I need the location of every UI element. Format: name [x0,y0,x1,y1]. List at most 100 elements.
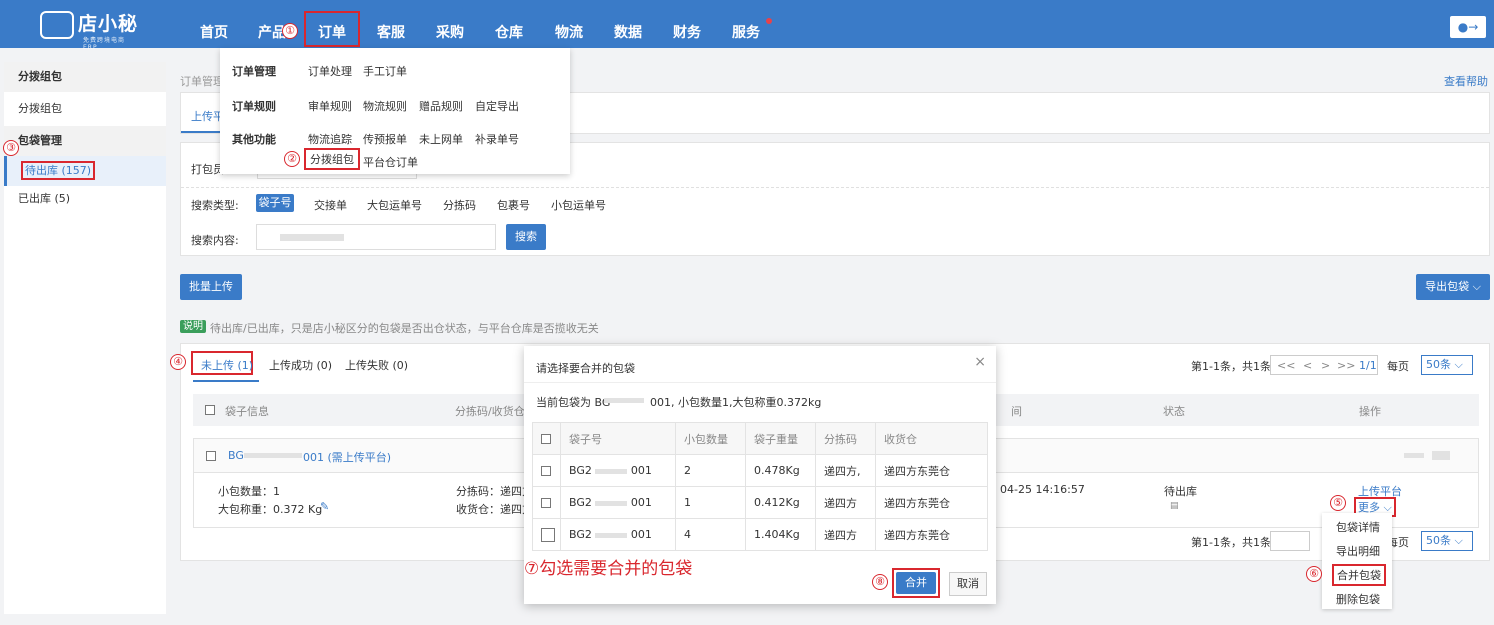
note-text: 待出库/已出库，只是店小秘区分的包袋是否出仓状态，与平台仓库是否揽收无关 [210,322,599,335]
dropdown-group-rules: 订单规则 [232,100,276,113]
annotation-8: ⑧ [872,574,888,590]
user-icon[interactable]: ●→ [1450,16,1486,38]
barcode-icon: ▤ [1170,501,1179,511]
breadcrumb: 订单管理 [180,75,224,88]
merge-col-warehouse: 收货仓 [875,422,988,455]
pager-summary-bottom: 第1-1条，共1条 [1191,536,1271,549]
package-count: 小包数量：1 [218,485,280,498]
notification-dot [766,18,772,24]
export-bags-button[interactable]: 导出包袋 ⌵ [1416,274,1490,300]
merge-select-all[interactable] [541,434,551,444]
menu-export-details[interactable]: 导出明细 [1336,543,1380,559]
dropdown-manual-order[interactable]: 手工订单 [363,63,407,79]
pager-buttons-bottom [1270,531,1310,551]
pager-first[interactable]: << [1277,359,1295,372]
dropdown-tracking[interactable]: 物流追踪 [308,131,352,147]
dropdown-forecast[interactable]: 传预报单 [363,131,407,147]
sidebar: 分拨组包 分拨组包 包袋管理 待出库 (157) 已出库 (5) [4,62,166,614]
bag-number[interactable]: BG [228,449,244,462]
dropdown-order-processing[interactable]: 订单处理 [308,63,352,79]
annotation-3: ③ [3,140,19,156]
row-checkbox[interactable] [206,451,216,461]
pager-last[interactable]: >> [1337,359,1355,372]
nav-logistics[interactable]: 物流 [555,22,583,42]
merge-row: BG2 001 2 0.478Kg 递四方, 递四方东莞仓 [532,454,988,487]
bag-weight: 大包称重：0.372 Kg [218,503,323,516]
pager-buttons: << < > >> 1/1 [1270,355,1378,375]
search-input[interactable] [256,224,496,250]
modal-title: 请选择要合并的包袋 [536,362,635,375]
type-handover[interactable]: 交接单 [314,197,347,213]
merge-button[interactable]: 合并 [896,572,936,594]
dropdown-supplement-no[interactable]: 补录单号 [475,131,519,147]
nav-services[interactable]: 服务 [732,22,760,42]
more-menu: 包袋详情 导出明细 合并包袋 删除包袋 [1322,513,1392,609]
type-big-waybill[interactable]: 大包运单号 [367,197,422,213]
tab-upload-failed[interactable]: 上传失败 (0) [345,357,408,373]
search-content-label: 搜索内容: [191,234,239,247]
sidebar-item-pending[interactable]: 待出库 (157) [4,156,166,186]
receiving-warehouse: 收货仓：递四方 [456,503,533,516]
annotation-5: ⑤ [1330,495,1346,511]
nav-purchase[interactable]: 采购 [436,22,464,42]
dropdown-audit-rules[interactable]: 审单规则 [308,98,352,114]
dropdown-not-online[interactable]: 未上网单 [419,131,463,147]
created-time: 04-25 14:16:57 [1000,483,1085,496]
col-sort-code: 分拣码/收货仓 [455,405,525,418]
dropdown-custom-export[interactable]: 自定导出 [475,98,519,114]
nav-service[interactable]: 客服 [377,22,405,42]
close-icon[interactable]: × [974,354,986,370]
merge-row-checkbox-highlighted[interactable] [541,527,555,542]
search-button[interactable]: 搜索 [506,224,546,250]
menu-merge-bags[interactable]: 合并包袋 [1332,564,1386,586]
sidebar-item-packing[interactable]: 分拨组包 [4,94,166,124]
sidebar-section-bags: 包袋管理 [4,126,166,156]
merge-col-bag: 袋子号 [560,422,676,455]
dropdown-group-order-mgmt: 订单管理 [232,65,276,78]
per-page-select-bottom[interactable]: 50条 ⌵ [1421,531,1473,551]
nav-order[interactable]: 订单 [318,22,346,42]
merge-col-sort: 分拣码 [815,422,876,455]
dropdown-gift-rules[interactable]: 赠品规则 [419,98,463,114]
cancel-button[interactable]: 取消 [949,572,987,596]
pager-prev[interactable]: < [1303,359,1312,372]
edit-icon[interactable]: ✎ [320,500,329,513]
sidebar-item-shipped[interactable]: 已出库 (5) [4,184,166,214]
nav-data[interactable]: 数据 [614,22,642,42]
col-bag-info: 袋子信息 [225,405,269,418]
type-small-waybill[interactable]: 小包运单号 [551,197,606,213]
merge-button-highlight: 合并 [892,568,940,598]
tab-not-uploaded[interactable]: 未上传 (1) [201,357,253,373]
merge-row-checkbox[interactable] [541,466,551,476]
batch-upload-button[interactable]: 批量上传 [180,274,242,300]
menu-bag-details[interactable]: 包袋详情 [1336,519,1380,535]
brand-logo[interactable]: 店小秘 免费跨境电商ERP [40,9,138,51]
annotation-4: ④ [170,354,186,370]
dropdown-logistics-rules[interactable]: 物流规则 [363,98,407,114]
help-link[interactable]: 查看帮助 [1444,73,1488,89]
note-tag: 说明 [180,320,206,333]
dropdown-sort-packing[interactable]: 分拨组包 [304,148,360,170]
tab-upload-success[interactable]: 上传成功 (0) [269,357,332,373]
col-status: 状态 [1163,405,1185,418]
dropdown-group-other: 其他功能 [232,133,276,146]
merge-row-checkbox[interactable] [541,498,551,508]
pager-next[interactable]: > [1321,359,1330,372]
menu-delete-bag[interactable]: 删除包袋 [1336,591,1380,607]
nav-home[interactable]: 首页 [200,22,228,42]
select-all-checkbox[interactable] [205,405,215,415]
nav-warehouse[interactable]: 仓库 [495,22,523,42]
search-type-label: 搜索类型: [191,199,239,212]
merge-col-count: 小包数量 [675,422,746,455]
merge-bags-modal: 请选择要合并的包袋 × 当前包袋为 BG 001, 小包数量1,大包称重0.37… [524,346,996,604]
dropdown-platform-warehouse[interactable]: 平台仓订单 [363,154,418,170]
per-page-select[interactable]: 50条 ⌵ [1421,355,1473,375]
merge-table: 袋子号 小包数量 袋子重量 分拣码 收货仓 BG2 001 2 0.478Kg 递四… [532,422,988,551]
nav-finance[interactable]: 财务 [673,22,701,42]
order-dropdown-menu: 订单管理 订单处理 手工订单 订单规则 审单规则 物流规则 赠品规则 自定导出 … [220,48,570,174]
chevron-down-icon: ⌵ [1472,280,1481,293]
type-package-no[interactable]: 包裹号 [497,197,530,213]
annotation-hint: ⑦勾选需要合并的包袋 [524,559,693,579]
type-sort-code[interactable]: 分拣码 [443,197,476,213]
type-bag-no[interactable]: 袋子号 [256,194,294,212]
